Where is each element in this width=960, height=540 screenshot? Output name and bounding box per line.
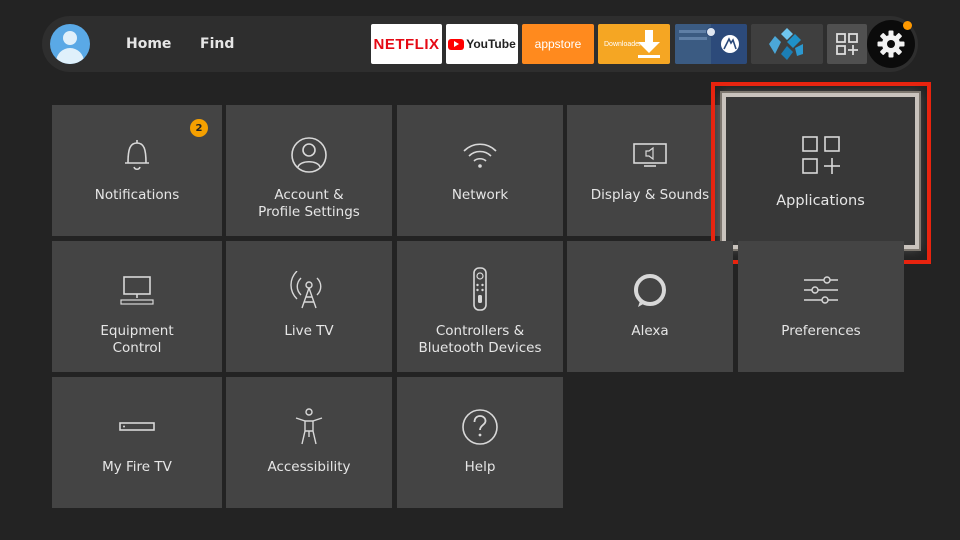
notification-count-badge: 2 <box>190 119 208 137</box>
wifi-icon <box>463 143 497 168</box>
settings-notification-dot <box>903 21 912 30</box>
kodi-logo-icon <box>769 28 803 60</box>
update-indicator-icon <box>706 27 716 37</box>
person-icon <box>291 137 327 173</box>
tile-alexa[interactable]: Alexa <box>567 241 733 372</box>
tile-label: Accessibility <box>267 459 351 475</box>
youtube-play-icon <box>448 38 465 50</box>
tile-label: Notifications <box>94 187 180 203</box>
fire-tv-device-icon <box>119 422 155 431</box>
tile-help[interactable]: Help <box>397 377 563 508</box>
tile-live-tv[interactable]: Live TV <box>226 241 392 372</box>
app-downloader[interactable]: Downloader <box>598 24 670 64</box>
tile-controllers-bluetooth[interactable]: Controllers & Bluetooth Devices <box>397 241 563 372</box>
app-appstore[interactable]: appstore <box>522 24 594 64</box>
monitor-icon <box>120 276 154 305</box>
tile-applications[interactable]: Applications <box>722 93 919 249</box>
app-youtube[interactable]: YouTube <box>446 24 518 64</box>
alexa-ring-icon <box>634 274 666 307</box>
tile-label: Help <box>464 459 496 475</box>
antenna-icon <box>290 271 322 309</box>
help-question-icon <box>462 409 498 445</box>
sliders-icon <box>804 276 838 304</box>
tile-label: Live TV <box>284 323 334 339</box>
remote-icon <box>473 267 487 311</box>
tile-my-fire-tv[interactable]: My Fire TV <box>52 377 222 508</box>
avatar-body <box>56 48 84 64</box>
appstore-logo-text: appstore <box>534 37 582 51</box>
avatar-head <box>63 31 77 45</box>
netflix-logo-text: NETFLIX <box>373 35 440 53</box>
nav-find[interactable]: Find <box>200 36 234 52</box>
profile-avatar-icon[interactable] <box>50 24 90 64</box>
tile-label: Network <box>451 187 509 203</box>
gear-icon <box>877 30 905 58</box>
app-all-apps[interactable] <box>827 24 867 64</box>
tile-accessibility[interactable]: Accessibility <box>226 377 392 508</box>
download-arrow-icon <box>638 30 660 58</box>
tile-label: Preferences <box>781 323 861 339</box>
tile-label: Applications <box>776 193 865 209</box>
apps-grid-icon <box>801 136 840 174</box>
tile-label: Alexa <box>631 323 669 339</box>
tile-label: Equipment Control <box>100 323 174 356</box>
tile-label: Controllers & Bluetooth Devices <box>418 323 542 356</box>
accessibility-person-icon <box>295 408 323 445</box>
tile-preferences[interactable]: Preferences <box>738 241 904 372</box>
app-kodi[interactable] <box>751 24 823 64</box>
tv-speaker-icon <box>633 143 667 167</box>
app-netflix[interactable]: NETFLIX <box>371 24 442 64</box>
tile-label: Account & Profile Settings <box>258 187 360 220</box>
tile-notifications[interactable]: 2 Notifications <box>52 105 222 236</box>
nav-home[interactable]: Home <box>126 36 171 52</box>
all-apps-grid-icon <box>836 33 858 55</box>
bell-icon <box>125 140 149 171</box>
tile-network[interactable]: Network <box>397 105 563 236</box>
tile-equipment-control[interactable]: Equipment Control <box>52 241 222 372</box>
tile-account-profile-settings[interactable]: Account & Profile Settings <box>226 105 392 236</box>
tile-label: Display & Sounds <box>590 187 710 203</box>
youtube-logo-text: YouTube <box>466 37 516 51</box>
tile-display-sounds[interactable]: Display & Sounds <box>567 105 733 236</box>
tile-label: My Fire TV <box>102 459 172 475</box>
